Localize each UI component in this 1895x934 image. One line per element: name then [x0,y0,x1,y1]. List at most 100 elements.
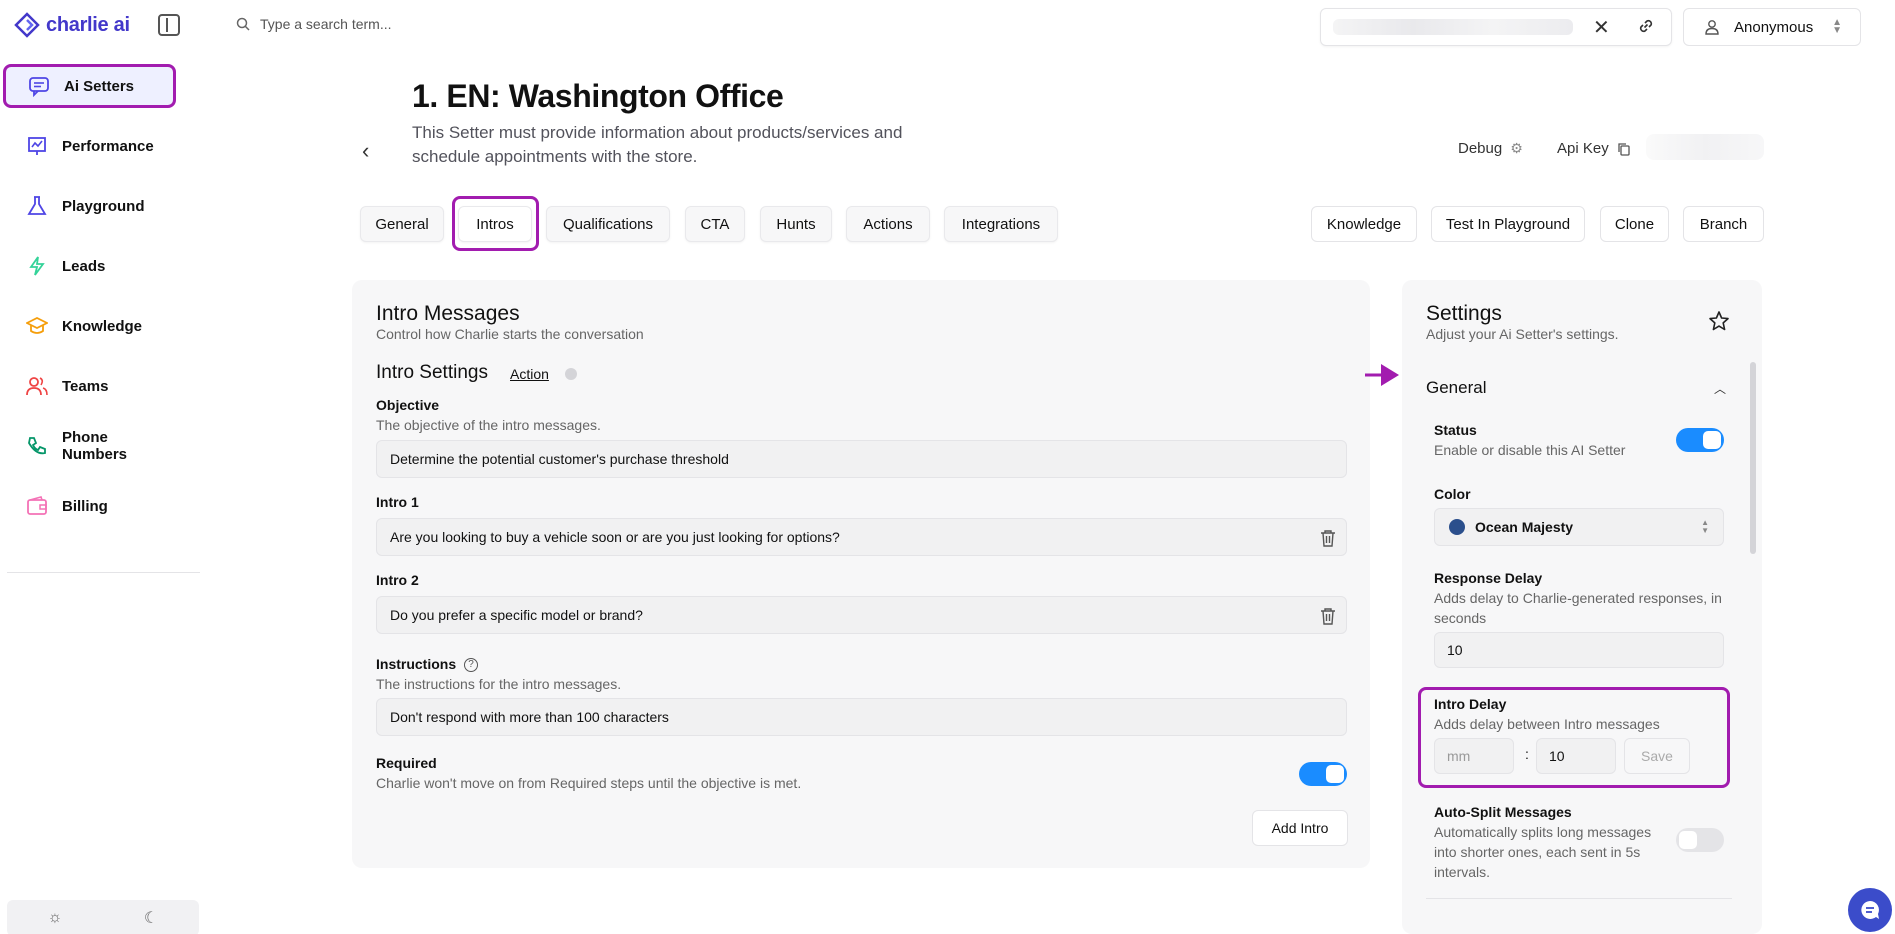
test-in-playground-button[interactable]: Test In Playground [1431,206,1585,242]
sidebar-item-label: Performance [62,137,154,155]
chart-icon [26,135,48,157]
user-name: Anonymous [1734,18,1814,36]
back-chevron-icon[interactable]: ‹ [362,138,369,164]
gear-icon: ⚙ [1510,140,1523,156]
intro-2-value: Do you prefer a specific model or brand? [390,607,643,623]
chevron-up-icon[interactable]: ︿ [1714,380,1726,397]
sidebar-item-performance[interactable]: Performance [6,124,174,168]
api-key-label: Api Key [1557,140,1609,157]
auto-split-label: Auto-Split Messages [1434,804,1572,820]
users-icon [26,375,48,397]
help-icon[interactable]: ? [464,658,478,672]
intro-2-field[interactable]: Do you prefer a specific model or brand? [376,596,1347,634]
annotation-arrow-icon [1365,364,1399,386]
graduation-cap-icon [26,315,48,337]
intro-1-field[interactable]: Are you looking to buy a vehicle soon or… [376,518,1347,556]
search-bar [236,16,560,32]
search-icon [236,17,250,31]
settings-scrollbar[interactable] [1750,362,1756,554]
sidebar-item-leads[interactable]: Leads [6,244,174,288]
status-label: Status [1434,422,1477,438]
light-mode-sun-icon[interactable]: ☼ [7,900,103,934]
wallet-icon [26,495,48,517]
sidebar-item-label: Billing [62,497,108,515]
settings-divider [1426,898,1732,899]
tab-general[interactable]: General [360,206,444,242]
settings-title: Settings [1426,302,1502,325]
color-swatch [1449,519,1465,535]
sidebar-item-teams[interactable]: Teams [6,364,174,408]
tab-qualifications[interactable]: Qualifications [546,206,670,242]
user-menu-button[interactable]: Anonymous ▲ ▼ [1683,8,1861,46]
star-icon[interactable] [1708,310,1730,336]
instructions-field[interactable]: Don't respond with more than 100 charact… [376,698,1347,736]
settings-subtitle: Adjust your Ai Setter's settings. [1426,326,1619,342]
sidebar-item-label: Ai Setters [64,77,135,95]
logo-icon [14,12,40,38]
response-delay-desc: Adds delay to Charlie-generated response… [1434,590,1722,626]
intro-messages-card: Intro Messages Control how Charlie start… [352,280,1370,868]
tab-hunts[interactable]: Hunts [760,206,832,242]
branch-button[interactable]: Branch [1683,206,1764,242]
sidebar-item-label: Teams [62,377,109,395]
sidebar: charlie ai Ai Setters Performance Playgr… [0,0,200,934]
chevron-updown-icon: ▲ ▼ [1701,518,1709,535]
color-label: Color [1434,486,1471,502]
search-input[interactable] [260,16,560,32]
link-icon[interactable] [1637,17,1655,39]
required-label: Required [376,755,437,771]
sidebar-item-billing[interactable]: Billing [6,484,174,528]
trash-icon[interactable] [1320,529,1336,550]
lightning-icon [26,255,48,277]
add-intro-button[interactable]: Add Intro [1252,810,1348,846]
intro-2-label: Intro 2 [376,572,419,588]
objective-label: Objective [376,397,440,413]
chat-support-button[interactable] [1848,888,1892,932]
clone-button[interactable]: Clone [1600,206,1669,242]
instructions-label: Instructions [376,656,457,672]
redacted-url [1333,19,1573,35]
sidebar-divider [7,572,200,573]
status-toggle[interactable] [1676,428,1724,452]
trash-icon[interactable] [1320,607,1336,628]
color-select[interactable]: Ocean Majesty ▲ ▼ [1434,508,1724,546]
general-group-header[interactable]: General [1426,378,1486,398]
close-icon[interactable]: ✕ [1593,15,1610,40]
required-toggle[interactable] [1299,762,1347,786]
auto-split-desc: Automatically splits long messages into … [1434,824,1652,880]
objective-desc: The objective of the intro messages. [376,417,601,433]
knowledge-button[interactable]: Knowledge [1311,206,1417,242]
sidebar-item-label: Knowledge [62,317,143,335]
sidebar-item-playground[interactable]: Playground [6,184,174,228]
api-key-button[interactable]: Api Key [1557,140,1631,157]
dark-mode-moon-icon[interactable]: ☾ [103,900,199,934]
color-value: Ocean Majesty [1475,519,1574,535]
sidebar-collapse-icon[interactable] [158,14,180,36]
objective-value: Determine the potential customer's purch… [390,451,729,467]
intro-1-label: Intro 1 [376,494,419,510]
logo[interactable]: charlie ai [14,12,130,38]
required-desc: Charlie won't move on from Required step… [376,775,802,791]
sidebar-item-knowledge[interactable]: Knowledge [6,304,174,348]
objective-field[interactable]: Determine the potential customer's purch… [376,440,1347,478]
action-link[interactable]: Action [510,366,549,382]
tab-integrations[interactable]: Integrations [944,206,1058,242]
chat-icon [1861,901,1879,919]
instructions-desc: The instructions for the intro messages. [376,676,622,692]
chat-bubble-icon [28,75,50,97]
copy-icon [1618,142,1630,156]
tab-actions[interactable]: Actions [846,206,930,242]
sidebar-item-phone-numbers[interactable]: Phone Numbers [6,424,174,468]
debug-label: Debug [1458,140,1503,157]
page-subtitle: This Setter must provide information abo… [412,123,903,166]
card-subtitle: Control how Charlie starts the conversat… [376,326,644,342]
phone-icon [26,435,48,457]
debug-button[interactable]: Debug ⚙ [1458,140,1523,157]
card-title: Intro Messages [376,302,520,325]
response-delay-label: Response Delay [1434,570,1543,586]
response-delay-input[interactable]: 10 [1434,632,1724,668]
tab-cta[interactable]: CTA [685,206,745,242]
auto-split-toggle[interactable] [1676,828,1724,852]
sidebar-item-ai-setters[interactable]: Ai Setters [3,64,176,108]
instructions-value: Don't respond with more than 100 charact… [390,709,669,725]
